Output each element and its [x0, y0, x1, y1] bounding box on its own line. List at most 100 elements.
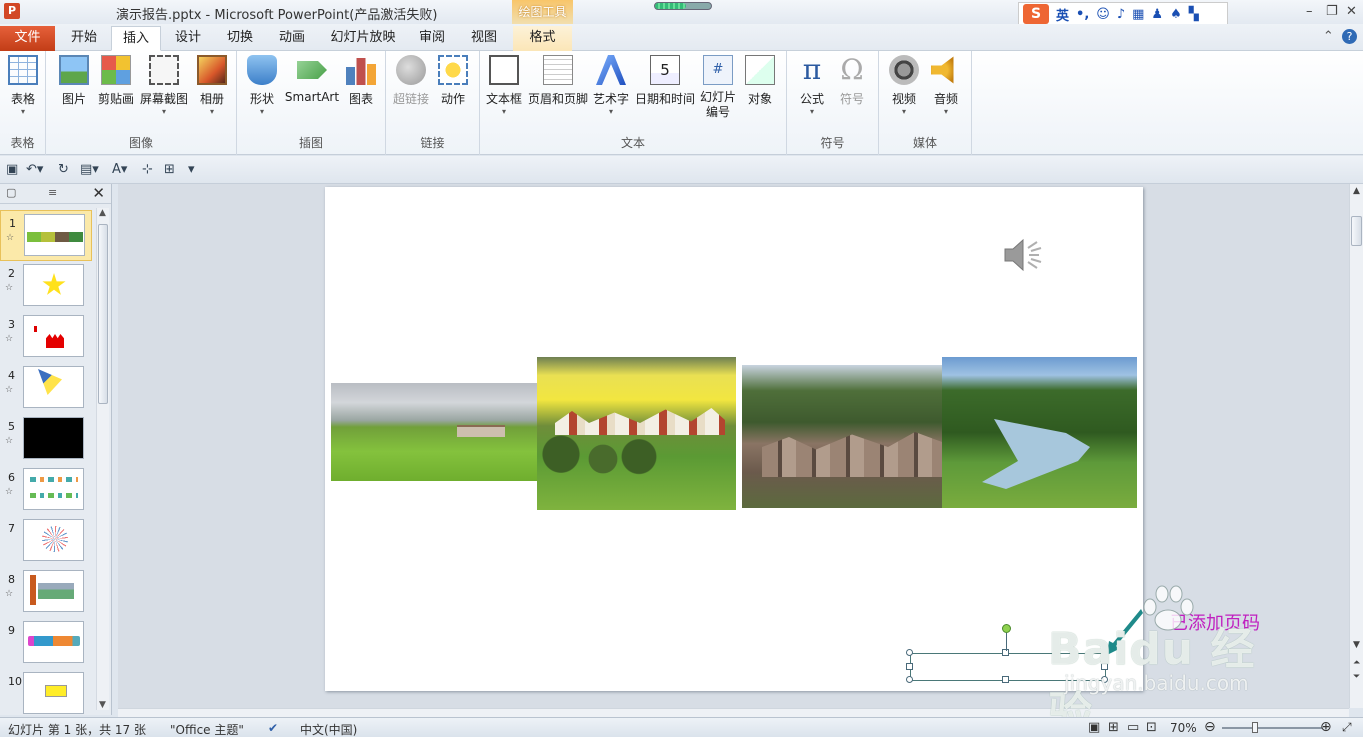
- slideshow-view-icon[interactable]: ⊡: [1146, 720, 1157, 735]
- shapes-button[interactable]: 形状 ▾: [245, 55, 279, 117]
- village-rapeseed-photo[interactable]: [537, 357, 736, 510]
- main-vertical-scrollbar[interactable]: ▲ ▼ ⏶ ⏷: [1349, 184, 1363, 708]
- slide-thumbnail-row[interactable]: 4 ☆: [0, 363, 92, 414]
- fit-to-window-icon[interactable]: ⤢: [1342, 720, 1352, 735]
- align-icon[interactable]: ⊹: [142, 162, 153, 177]
- close-pane-icon[interactable]: ✕: [92, 184, 105, 202]
- tab-view[interactable]: 视图: [460, 26, 508, 51]
- resize-handle[interactable]: [906, 663, 913, 670]
- slide-thumbnail-row[interactable]: 2 ☆: [0, 261, 92, 312]
- action-button[interactable]: 动作: [436, 55, 470, 107]
- slides-tab-icon[interactable]: ▢: [6, 186, 16, 199]
- hyperlink-button[interactable]: 超链接: [390, 55, 432, 107]
- user-icon[interactable]: ♟: [1151, 7, 1163, 22]
- language-status[interactable]: 中文(中国): [300, 721, 357, 737]
- slide-number-button[interactable]: # 幻灯片 编号: [698, 55, 738, 120]
- ime-language-toggle[interactable]: 英: [1056, 5, 1069, 24]
- slide-thumbnail-row[interactable]: 9: [0, 618, 92, 669]
- scroll-up-icon[interactable]: ▲: [1353, 186, 1360, 196]
- symbol-button[interactable]: Ω 符号: [835, 55, 869, 107]
- scrollbar-thumb[interactable]: [1351, 216, 1362, 246]
- insert-picture-button[interactable]: 图片: [56, 55, 92, 107]
- spellcheck-icon[interactable]: ✔: [268, 721, 278, 735]
- slide-thumbnail[interactable]: [23, 570, 84, 612]
- normal-view-icon[interactable]: ▣: [1088, 720, 1100, 735]
- next-slide-icon[interactable]: ⏷: [1353, 672, 1360, 682]
- insert-clipart-button[interactable]: 剪贴画: [96, 55, 136, 107]
- photo-album-button[interactable]: 相册 ▾: [194, 55, 230, 117]
- slide-thumbnail[interactable]: [23, 468, 84, 510]
- audio-button[interactable]: 音频 ▾: [929, 55, 963, 117]
- slide-sorter-view-icon[interactable]: ⊞: [1108, 720, 1119, 735]
- slide-thumbnail-row[interactable]: 5 ☆: [0, 414, 92, 465]
- scroll-down-icon[interactable]: ▼: [99, 700, 106, 710]
- tab-home[interactable]: 开始: [58, 26, 110, 51]
- equation-button[interactable]: π 公式 ▾: [795, 55, 829, 117]
- slide-thumbnail-row[interactable]: 10: [0, 669, 92, 720]
- resize-handle[interactable]: [1002, 676, 1009, 683]
- resize-handle[interactable]: [906, 649, 913, 656]
- close-button[interactable]: ✕: [1346, 4, 1357, 19]
- shirt-icon[interactable]: ♠: [1170, 7, 1182, 22]
- outline-tab-icon[interactable]: ≡: [48, 186, 57, 199]
- slide-canvas[interactable]: [325, 187, 1143, 691]
- screenshot-button[interactable]: 屏幕截图 ▾: [138, 55, 190, 117]
- audio-speaker-icon[interactable]: [1001, 235, 1049, 275]
- powerpoint-app-icon[interactable]: P: [4, 3, 20, 19]
- mountain-village-photo[interactable]: [742, 365, 942, 508]
- insert-table-button[interactable]: 表格 ▾: [5, 55, 41, 117]
- zoom-slider-knob[interactable]: [1252, 722, 1258, 733]
- tab-insert[interactable]: 插入: [111, 26, 161, 51]
- smiley-icon[interactable]: ☺: [1096, 7, 1110, 22]
- smartart-button[interactable]: SmartArt: [283, 55, 341, 104]
- minimize-button[interactable]: –: [1306, 4, 1313, 19]
- slide-thumbnail-row[interactable]: 3 ☆: [0, 312, 92, 363]
- keyboard-icon[interactable]: ▦: [1132, 7, 1144, 22]
- river-valley-photo[interactable]: [942, 357, 1137, 508]
- slide-thumbnail-row[interactable]: 7: [0, 516, 92, 567]
- slide-thumbnail-row[interactable]: 8 ☆: [0, 567, 92, 618]
- help-icon[interactable]: ?: [1342, 29, 1357, 44]
- slide-thumbnail[interactable]: [23, 672, 84, 714]
- textbox-button[interactable]: 文本框 ▾: [484, 55, 524, 117]
- grassland-photo[interactable]: [331, 383, 537, 481]
- distribute-icon[interactable]: ⊞: [164, 162, 175, 177]
- font-icon[interactable]: A▾: [112, 162, 127, 177]
- slide-thumbnail[interactable]: [23, 519, 84, 561]
- header-footer-button[interactable]: 页眉和页脚: [527, 55, 589, 107]
- zoom-out-icon[interactable]: ⊖: [1204, 719, 1216, 735]
- slide-thumbnail[interactable]: [23, 621, 84, 663]
- resize-handle[interactable]: [1101, 663, 1108, 670]
- chart-button[interactable]: 图表: [343, 55, 379, 107]
- slide-thumbnail-row[interactable]: 1 ☆: [0, 210, 92, 261]
- tab-review[interactable]: 审阅: [408, 26, 456, 51]
- layout-icon[interactable]: ▤▾: [80, 162, 99, 177]
- undo-icon[interactable]: ↶▾: [26, 162, 43, 177]
- tab-slideshow[interactable]: 幻灯片放映: [322, 26, 404, 51]
- restore-button[interactable]: ❐: [1326, 4, 1338, 19]
- video-button[interactable]: 视频 ▾: [887, 55, 921, 117]
- resize-handle[interactable]: [906, 676, 913, 683]
- tab-animations[interactable]: 动画: [268, 26, 316, 51]
- tab-file[interactable]: 文件: [0, 26, 55, 51]
- zoom-level[interactable]: 70%: [1170, 721, 1197, 735]
- resize-handle[interactable]: [1101, 676, 1108, 683]
- scroll-down-icon[interactable]: ▼: [1353, 640, 1360, 650]
- save-icon[interactable]: ▣: [6, 162, 18, 177]
- punctuation-icon[interactable]: •,: [1076, 7, 1089, 22]
- zoom-in-icon[interactable]: ⊕: [1320, 719, 1332, 735]
- grid-icon[interactable]: ▚: [1189, 7, 1199, 22]
- wordart-button[interactable]: 艺术字 ▾: [592, 55, 630, 117]
- scroll-up-icon[interactable]: ▲: [99, 208, 106, 218]
- slide-thumbnail[interactable]: [24, 214, 85, 256]
- slide-thumbnail[interactable]: [23, 264, 84, 306]
- slide-thumbnail-row[interactable]: 6 ☆: [0, 465, 92, 516]
- sogou-logo-icon[interactable]: S: [1023, 4, 1049, 24]
- rotate-handle[interactable]: [1002, 624, 1011, 633]
- tab-format[interactable]: 格式: [513, 26, 572, 51]
- slide-thumbnail[interactable]: [23, 315, 84, 357]
- scrollbar-thumb[interactable]: [98, 224, 108, 404]
- previous-slide-icon[interactable]: ⏶: [1353, 658, 1360, 668]
- theme-status[interactable]: "Office 主题": [170, 721, 244, 737]
- customize-icon[interactable]: ▾: [188, 162, 195, 177]
